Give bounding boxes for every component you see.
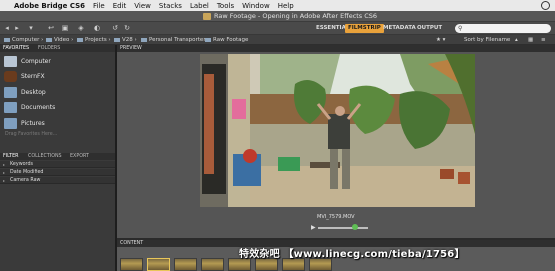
filmstrip-thumbnail[interactable] [174, 258, 197, 271]
rotate-right-icon[interactable]: ↻ [122, 25, 132, 32]
folder-icon [77, 37, 83, 42]
favorite-label: Desktop [21, 89, 46, 96]
tab-content[interactable]: CONTENT [120, 241, 143, 246]
search-input[interactable]: ⚲ [455, 24, 551, 33]
open-in-camera-raw-icon[interactable]: ◐ [92, 25, 102, 32]
rotate-left-icon[interactable]: ↺ [110, 25, 120, 32]
breadcrumb-projects[interactable]: Projects › [77, 37, 111, 43]
filmstrip-thumbnail[interactable] [201, 258, 224, 271]
filmstrip-thumbnail[interactable] [120, 258, 143, 271]
computer-icon [4, 56, 17, 67]
back-icon[interactable]: ◂ [2, 25, 12, 32]
filter-label: Keywords [10, 162, 33, 167]
filter-tab-bar: FILTER COLLECTIONS EXPORT [0, 153, 115, 160]
menu-help[interactable]: Help [278, 2, 294, 10]
favorite-computer[interactable]: Computer [4, 55, 112, 69]
favorite-label: Pictures [21, 120, 45, 127]
window-title-bar: Raw Footage - Opening in Adobe After Eff… [0, 11, 555, 22]
favorite-pictures[interactable]: Pictures [4, 117, 112, 131]
disclosure-triangle-icon: ▸ [3, 170, 6, 175]
menu-label[interactable]: Label [190, 2, 209, 10]
video-preview-frame[interactable] [200, 54, 475, 207]
tab-export[interactable]: EXPORT [70, 154, 89, 159]
star-filter-icon[interactable]: ★ ▾ [436, 37, 445, 43]
left-panel: FAVORITES FOLDERS Computer SternFX Deskt… [0, 45, 115, 271]
breadcrumb-video[interactable]: Video › [46, 37, 73, 43]
menu-window[interactable]: Window [242, 2, 270, 10]
disclosure-triangle-icon: ▸ [3, 178, 6, 183]
computer-icon [4, 37, 10, 42]
breadcrumb-v28[interactable]: V28 › [114, 37, 137, 43]
user-icon [4, 71, 17, 82]
filmstrip-thumbnail[interactable] [147, 258, 170, 271]
filter-label: Date Modified [10, 170, 44, 175]
sort-by-dropdown[interactable]: Sort by Filename [464, 37, 510, 43]
folder-icon [114, 37, 120, 42]
filter-camera-raw[interactable]: ▸ Camera Raw [0, 177, 115, 184]
workspace-output[interactable]: OUTPUT [414, 24, 445, 33]
breadcrumb-raw-footage[interactable]: Raw Footage [205, 37, 248, 43]
workspace-metadata[interactable]: METADATA [380, 24, 419, 33]
view-thumbnails-icon[interactable]: ▦ [528, 37, 533, 43]
drag-favorites-hint: Drag Favorites Here... [5, 132, 58, 137]
recent-folder-icon[interactable]: ▾ [26, 25, 36, 32]
folder-icon [205, 37, 211, 42]
folder-icon [4, 102, 17, 113]
preview-tab-bar: PREVIEW [117, 45, 555, 52]
folder-icon [141, 37, 147, 42]
watermark-text: 特效杂吧 【www.linecg.com/tieba/1756】 [239, 249, 465, 260]
tab-folders[interactable]: FOLDERS [38, 46, 60, 51]
filter-keywords[interactable]: ▸ Keywords [0, 161, 115, 168]
window-title: Raw Footage - Opening in Adobe After Eff… [214, 12, 378, 20]
disclosure-triangle-icon: ▸ [3, 162, 6, 167]
workspace-filmstrip[interactable]: FILMSTRIP [345, 24, 384, 33]
backyard-scene-image [200, 54, 475, 207]
view-list-icon[interactable]: ≡ [541, 37, 546, 43]
tab-preview[interactable]: PREVIEW [120, 46, 142, 51]
favorite-label: Computer [21, 58, 51, 65]
breadcrumb-computer[interactable]: Computer › [4, 37, 43, 43]
volume-icon[interactable] [352, 224, 358, 230]
forward-icon[interactable]: ▸ [12, 25, 22, 32]
breadcrumb-personal-transporter[interactable]: Personal Transporter › [141, 37, 210, 43]
preview-filename: MVI_7579.MOV [317, 214, 355, 220]
app-name-menu[interactable]: Adobe Bridge CS6 [14, 2, 85, 10]
play-icon[interactable]: ▶ [311, 224, 316, 231]
menu-edit[interactable]: Edit [113, 2, 127, 10]
path-bar: Computer › Video › Projects › V28 › Pers… [0, 35, 555, 45]
camera-icon[interactable]: ▣ [60, 25, 70, 32]
menu-bar: Adobe Bridge CS6 File Edit View Stacks L… [0, 0, 555, 11]
refine-icon[interactable]: ◈ [76, 25, 86, 32]
toolbar: ◂ ▸ ▾ ↩ ▣ ◈ ◐ ↺ ↻ ESSENTIALS FILMSTRIP M… [0, 22, 555, 35]
folder-icon [46, 37, 52, 42]
favorite-sternfx[interactable]: SternFX [4, 70, 112, 84]
favorite-label: Documents [21, 104, 56, 111]
favorite-label: SternFX [21, 73, 45, 80]
filter-date-modified[interactable]: ▸ Date Modified [0, 169, 115, 176]
favorites-tab-bar: FAVORITES FOLDERS [0, 45, 115, 52]
filter-label: Camera Raw [10, 178, 41, 183]
playback-scrubber[interactable] [318, 227, 368, 229]
sort-order-icon[interactable]: ▴ [515, 37, 518, 43]
boomerang-icon[interactable]: ↩ [46, 25, 56, 32]
favorite-documents[interactable]: Documents [4, 101, 112, 115]
menu-stacks[interactable]: Stacks [159, 2, 182, 10]
menu-view[interactable]: View [134, 2, 151, 10]
tab-filter[interactable]: FILTER [3, 154, 18, 159]
tab-collections[interactable]: COLLECTIONS [28, 154, 62, 159]
menu-file[interactable]: File [93, 2, 105, 10]
spotlight-search-icon[interactable] [541, 1, 550, 10]
folder-icon [4, 118, 17, 129]
menu-tools[interactable]: Tools [217, 2, 234, 10]
search-icon: ⚲ [458, 25, 463, 32]
tab-favorites[interactable]: FAVORITES [3, 46, 29, 51]
folder-icon [203, 13, 211, 20]
favorite-desktop[interactable]: Desktop [4, 86, 112, 100]
folder-icon [4, 87, 17, 98]
